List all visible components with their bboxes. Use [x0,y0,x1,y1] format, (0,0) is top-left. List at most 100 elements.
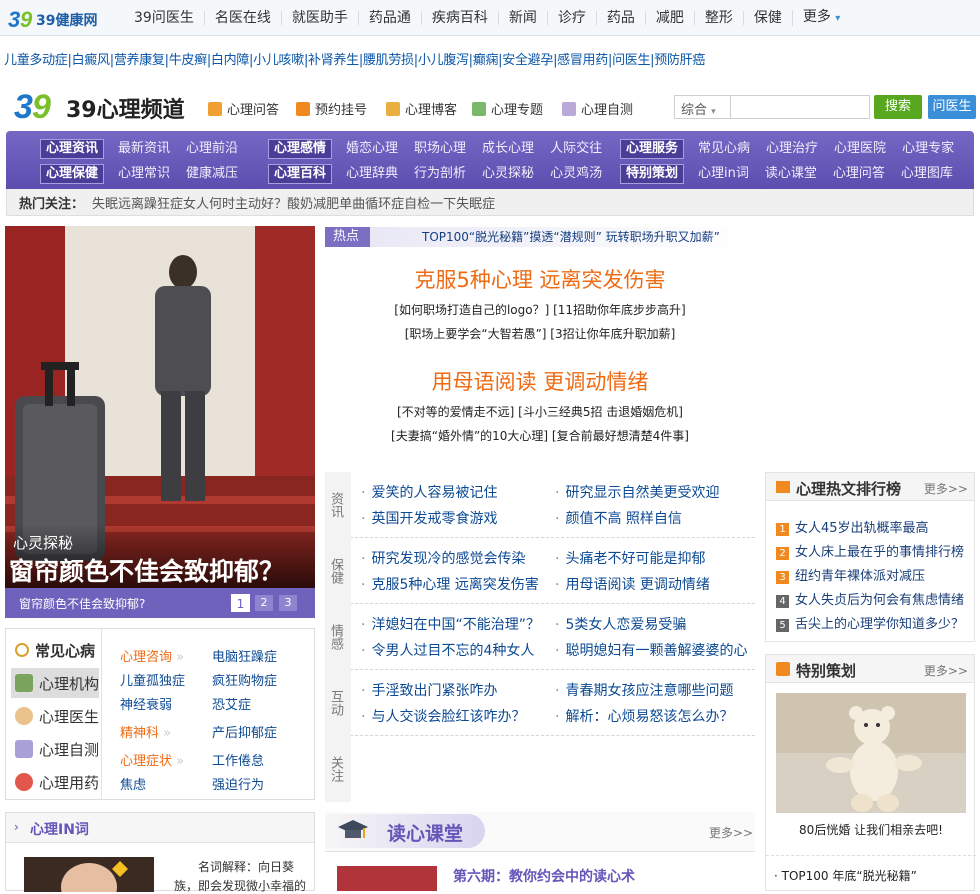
hot-keyword[interactable]: 自检一下失眠症 [404,193,495,212]
category-tab[interactable]: 常见心病 [11,635,106,665]
hot-sublinks[interactable]: [职场上要学会“大智若愚”] [3招让你年底升职加薪] [325,325,755,342]
hot-keyword[interactable]: 远离躁狂症 [118,193,183,212]
hot-headline-2[interactable]: 用母语阅读 更调动情绪 [325,366,755,396]
hero-page-3[interactable]: 3 [279,595,297,611]
menu-tag[interactable]: 心理资讯 [40,138,105,159]
topnav-item[interactable]: 就医助手 [280,11,358,25]
topnav-more[interactable]: 更多 ▾ [791,10,850,26]
news-item[interactable]: 英国开发戒零食游戏 [361,508,497,528]
hot-keyword[interactable]: 失眠 [92,193,118,212]
topnav-item[interactable]: 整形 [693,11,743,25]
topnav-item[interactable]: 药品通 [357,11,421,25]
category-link[interactable]: 强迫行为 [212,774,264,793]
hot-sublinks[interactable]: [夫妻搞“婚外情”的10大心理] [复合前最好想清楚4件事] [325,427,755,444]
news-item[interactable]: 青春期女孩应注意哪些问题 [555,680,733,700]
search-button[interactable]: 搜索 [874,95,922,119]
search-category-select[interactable]: 综合 ▾ [674,95,730,119]
menu-item[interactable]: 心理辞典 [346,166,398,181]
special-caption[interactable]: 80后恍婚 让我们相亲去吧! [766,821,976,838]
news-item[interactable]: 手淫致出门紧张咋办 [361,680,497,700]
quick-link[interactable]: 白内障 [211,53,249,68]
news-item[interactable]: 解析：心烦易怒该怎么办？ [555,706,733,726]
rank-item[interactable]: 1 女人45岁出轨概率最高 [776,517,929,536]
quick-link[interactable]: 预防肝癌 [654,53,705,68]
channel-logo[interactable]: 3 9 39心理频道 [14,88,189,124]
news-item[interactable]: 克服5种心理 远离突发伤害 [361,574,538,594]
topnav-item[interactable]: 疾病百科 [420,11,498,25]
menu-tag[interactable]: 心理感情 [268,138,333,159]
news-item[interactable]: 洋媳妇在中国“不能治理”？ [361,614,540,634]
menu-item[interactable]: 行为剖析 [414,166,466,181]
menu-item[interactable]: 心灵鸡汤 [550,166,602,181]
menu-item[interactable]: 人际交往 [550,141,602,156]
hot-keyword[interactable]: 女人何时主动好？ [183,193,287,212]
menu-item[interactable]: 心理in词 [698,166,749,181]
news-item[interactable]: 令男人过目不忘的4种女人 [361,640,534,660]
hero-slide[interactable]: 心灵探秘 窗帘颜色不佳会致抑郁？ 窗帘颜色不佳会致抑郁? 1 2 3 [5,226,315,618]
news-item[interactable]: 研究发现冷的感觉会传染 [361,548,525,568]
in-word-image[interactable] [24,857,154,892]
category-link[interactable]: 疯狂购物症 [212,670,277,689]
quick-link[interactable]: 牛皮癣 [169,53,207,68]
hero-page-1[interactable]: 1 [231,594,250,612]
menu-item[interactable]: 读心课堂 [765,166,817,181]
special-link[interactable]: · TOP100 年底“脱光秘籍” [774,867,917,884]
hero-headline[interactable]: 窗帘颜色不佳会致抑郁？ [9,552,284,588]
quick-link[interactable]: 儿童多动症 [4,53,68,68]
menu-item[interactable]: 心理前沿 [186,141,238,156]
topnav-item[interactable]: 药品 [595,11,645,25]
menu-item[interactable]: 健康减压 [186,166,238,181]
rank-item[interactable]: 3 纽约青年裸体派对减压 [776,565,925,584]
topnav-item[interactable]: 新闻 [497,11,547,25]
nav-selftest[interactable]: 心理自测 [562,99,633,118]
menu-item[interactable]: 心灵探秘 [482,166,534,181]
category-tab[interactable]: 心理医生 [11,701,106,731]
menu-item[interactable]: 职场心理 [414,141,466,156]
site-logo[interactable]: 3 9 39健康网 [8,7,118,32]
topnav-item[interactable]: 减肥 [644,11,694,25]
menu-item[interactable]: 心理治疗 [766,141,818,156]
hot-sublinks[interactable]: [如何职场打造自己的logo？] [11招助你年底步步高升] [325,301,755,318]
menu-item[interactable]: 最新资讯 [118,141,170,156]
menu-item[interactable]: 婚恋心理 [346,141,398,156]
category-link[interactable]: 产后抑郁症 [212,722,277,741]
news-item[interactable]: 与人交谈会脸红该咋办？ [361,706,525,726]
category-link[interactable]: 焦虑 [120,774,146,793]
nav-qa[interactable]: 心理问答 [208,99,279,118]
menu-item[interactable]: 常见心病 [698,141,750,156]
news-item[interactable]: 颜值不高 照样自信 [555,508,681,528]
menu-tag[interactable]: 心理百科 [268,163,333,184]
ask-doctor-button[interactable]: 问医生 [928,95,976,119]
classroom-thumb[interactable] [337,866,437,891]
menu-tag[interactable]: 特别策划 [620,163,685,184]
menu-item[interactable]: 心理医院 [834,141,886,156]
hot-keyword[interactable]: 单曲循环症 [339,193,404,212]
quick-link[interactable]: 小儿咳嗽 [253,53,304,68]
quick-link[interactable]: 营养康复 [114,53,165,68]
quick-link[interactable]: 补肾养生 [308,53,359,68]
news-item[interactable]: 头痛老不好可能是抑郁 [555,548,705,568]
hot-ticker[interactable]: TOP100“脱光秘籍”摸透“潜规则” 玩转职场升职又加薪” [370,227,755,247]
rank-more-link[interactable]: 更多>> [924,480,968,497]
nav-blog[interactable]: 心理博客 [386,99,457,118]
quick-link[interactable]: 腰肌劳损 [363,53,414,68]
classroom-item[interactable]: 第六期：教你约会中的读心术 [453,866,635,886]
menu-item[interactable]: 心理图库 [901,166,953,181]
rank-item[interactable]: 4 女人失贞后为何会有焦虑情绪 [776,589,964,608]
category-link[interactable]: 儿童孤独症 [120,670,185,689]
special-image[interactable] [776,693,966,813]
topnav-item[interactable]: 39问医生 [124,11,204,25]
news-item[interactable]: 研究显示自然美更受欢迎 [555,482,719,502]
hot-keyword[interactable]: 酸奶减肥 [287,193,339,212]
category-link[interactable]: 工作倦怠 [212,750,264,769]
quick-link[interactable]: 癫痫 [473,53,499,68]
category-link[interactable]: 电脑狂躁症 [212,646,277,665]
quick-link[interactable]: 问医生 [612,53,650,68]
search-input[interactable] [730,95,870,119]
menu-item[interactable]: 心理常识 [118,166,170,181]
menu-item[interactable]: 心理专家 [902,141,954,156]
news-item[interactable]: 聪明媳妇有一颗善解婆婆的心 [555,640,747,660]
nav-booking[interactable]: 预约挂号 [296,99,367,118]
topnav-item[interactable]: 名医在线 [203,11,281,25]
quick-link[interactable]: 感冒用药 [557,53,608,68]
